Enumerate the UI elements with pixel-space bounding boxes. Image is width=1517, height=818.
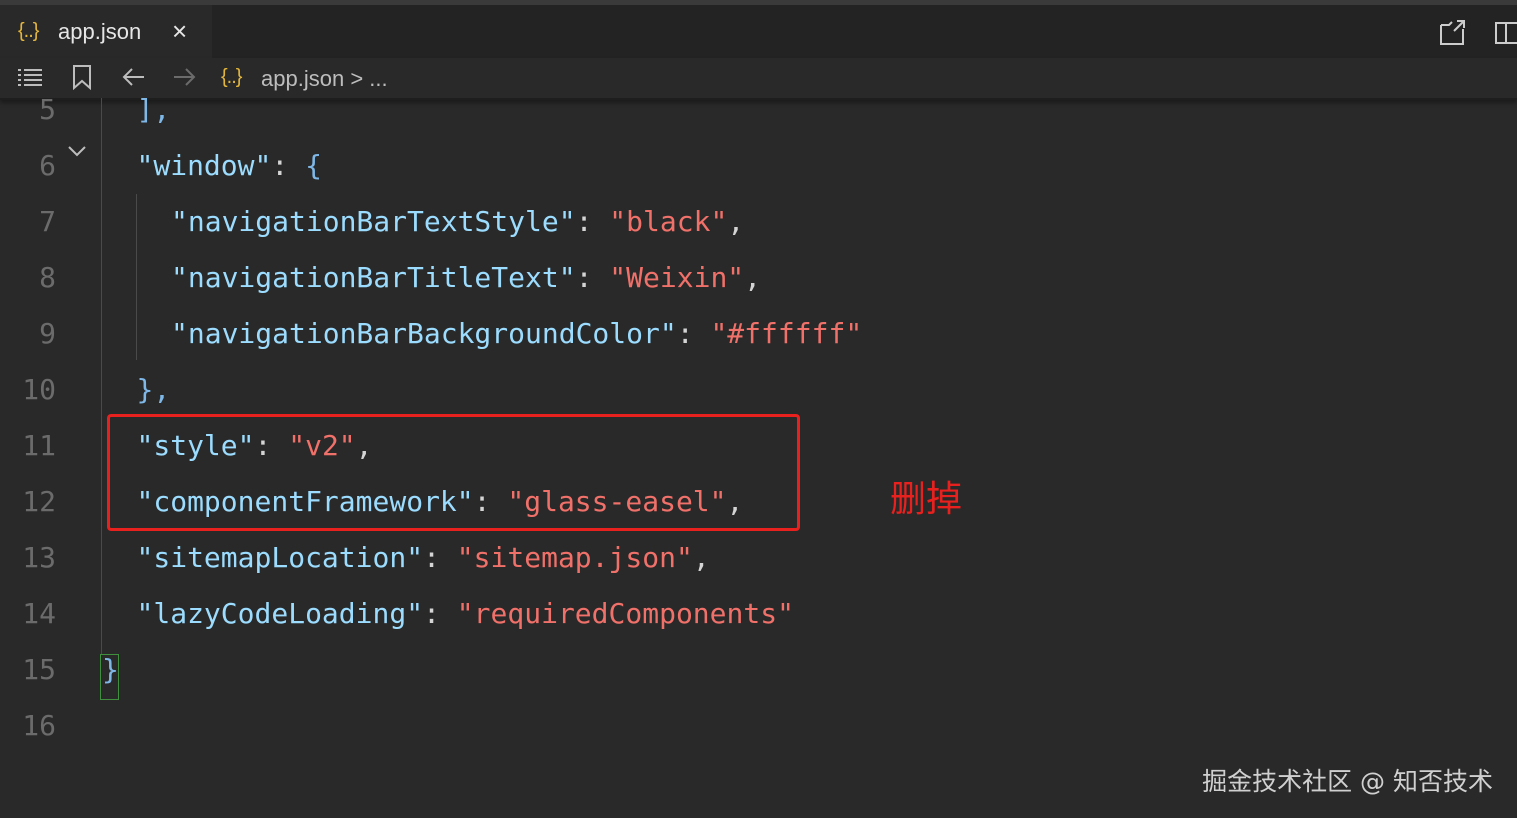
code-line: 6 "window": {: [0, 138, 1517, 194]
bracket-match-highlight: [100, 654, 119, 700]
code-text: "navigationBarTitleText": "Weixin",: [171, 250, 761, 306]
open-to-side-icon[interactable]: [1437, 19, 1467, 52]
code-text: ],: [137, 82, 171, 138]
json-key: "window": [136, 149, 272, 182]
code-line: 5],: [0, 82, 1517, 138]
tab-title: app.json: [58, 19, 142, 44]
json-punctuation: ,: [692, 541, 710, 574]
json-punctuation: {: [305, 149, 322, 182]
tab-bar: {..} app.json ×: [0, 0, 1517, 58]
json-punctuation: :: [575, 261, 610, 294]
annotation-text: 删掉: [890, 479, 963, 520]
code-line: 16: [0, 698, 1517, 754]
watermark: 掘金技术社区 @ 知否技术: [1202, 767, 1493, 796]
json-key: "navigationBarTitleText": [171, 261, 576, 294]
line-number: 15: [22, 653, 56, 686]
code-text: },: [137, 362, 171, 418]
code-line: 15}: [0, 642, 1517, 698]
json-punctuation: :: [676, 317, 711, 350]
line-number: 6: [39, 149, 56, 182]
json-punctuation: :: [575, 205, 610, 238]
line-number: 12: [22, 485, 56, 518]
line-number: 16: [22, 709, 56, 742]
json-key: "navigationBarTextStyle": [171, 205, 576, 238]
json-punctuation: ,: [727, 205, 745, 238]
code-text: "window": {: [137, 138, 322, 194]
code-line: 7 "navigationBarTextStyle": "black",: [0, 194, 1517, 250]
code-editor[interactable]: 5], 6 "window": {7 "navigationBarTextStyle"…: [0, 93, 1517, 818]
line-number: 9: [39, 317, 56, 350]
json-string: "sitemap.json": [456, 541, 693, 574]
line-number: 13: [22, 541, 56, 574]
json-key: "sitemapLocation": [136, 541, 424, 574]
code-text: "lazyCodeLoading": "requiredComponents": [137, 586, 794, 642]
json-punctuation: :: [423, 541, 457, 574]
split-editor-icon[interactable]: [1494, 19, 1517, 52]
line-number: 5: [39, 93, 56, 126]
code-line: 9 "navigationBarBackgroundColor": "#fffff…: [0, 306, 1517, 362]
code-text: "sitemapLocation": "sitemap.json",: [137, 530, 710, 586]
json-string: "#ffffff": [710, 317, 863, 350]
line-number: 11: [22, 429, 56, 462]
json-punctuation: ],: [136, 93, 171, 126]
code-line: 14 "lazyCodeLoading": "requiredComponents…: [0, 586, 1517, 642]
code-line: 13 "sitemapLocation": "sitemap.json",: [0, 530, 1517, 586]
line-number: 14: [22, 597, 56, 630]
line-number: 7: [39, 205, 56, 238]
json-punctuation: ,: [744, 261, 762, 294]
indent-guide: [101, 98, 102, 654]
indent-guide: [136, 194, 137, 360]
line-number: 10: [22, 373, 56, 406]
tab-app-json[interactable]: {..} app.json ×: [0, 5, 212, 58]
line-number: 8: [39, 261, 56, 294]
code-line: 10},: [0, 362, 1517, 418]
code-text: "navigationBarTextStyle": "black",: [171, 194, 744, 250]
json-punctuation: :: [271, 149, 306, 182]
code-line: 8 "navigationBarTitleText": "Weixin",: [0, 250, 1517, 306]
json-string: "black": [609, 205, 728, 238]
json-punctuation: },: [136, 373, 171, 406]
json-string: "Weixin": [609, 261, 745, 294]
annotation-box: [107, 414, 800, 531]
json-key: "navigationBarBackgroundColor": [171, 317, 677, 350]
json-punctuation: :: [423, 597, 457, 630]
json-key: "lazyCodeLoading": [136, 597, 424, 630]
chevron-down-icon[interactable]: [66, 144, 88, 163]
close-icon[interactable]: ×: [172, 16, 187, 47]
code-text: "navigationBarBackgroundColor": "#ffffff…: [171, 306, 862, 362]
json-string: "requiredComponents": [456, 597, 794, 630]
json-file-icon: {..}: [18, 20, 40, 42]
